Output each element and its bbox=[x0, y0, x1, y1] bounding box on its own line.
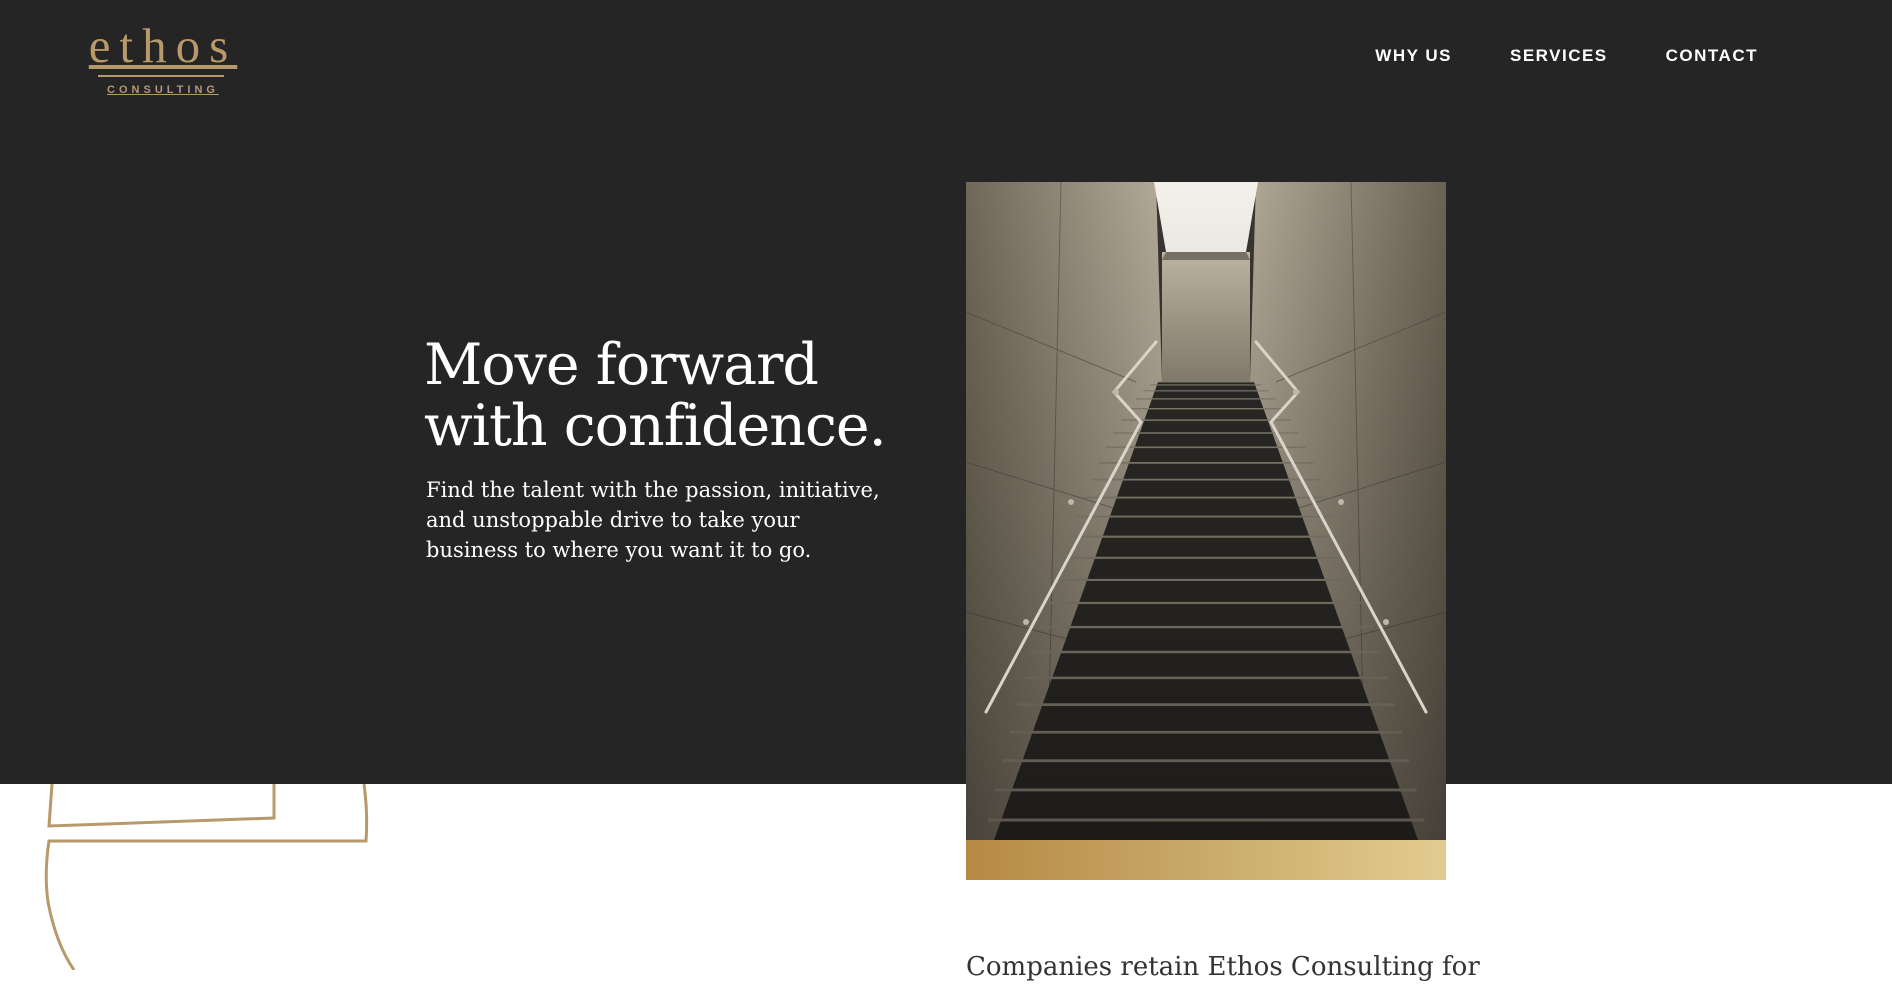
hero-title-line-1: Move forward bbox=[424, 332, 819, 398]
logo-subtitle: CONSULTING bbox=[107, 84, 219, 96]
logo-divider bbox=[98, 75, 224, 77]
staircase-photo bbox=[966, 182, 1446, 840]
hero-title-line-2: with confidence. bbox=[424, 393, 887, 459]
logo-wordmark: ethos bbox=[88, 18, 238, 73]
main-nav: WHY US SERVICES CONTACT bbox=[1375, 46, 1758, 66]
intro-text: Companies retain Ethos Consulting for bbox=[966, 952, 1480, 982]
hero-subtitle: Find the talent with the passion, initia… bbox=[426, 478, 880, 562]
ethos-e-watermark bbox=[44, 784, 369, 970]
gold-accent-bar bbox=[966, 840, 1446, 880]
nav-contact[interactable]: CONTACT bbox=[1666, 46, 1758, 66]
hero-title: Move forward with confidence. bbox=[424, 335, 944, 457]
ethos-logo[interactable]: ethos CONSULTING bbox=[84, 18, 238, 97]
nav-why-us[interactable]: WHY US bbox=[1375, 46, 1452, 66]
nav-services[interactable]: SERVICES bbox=[1510, 46, 1608, 66]
hero-section bbox=[0, 0, 1892, 784]
